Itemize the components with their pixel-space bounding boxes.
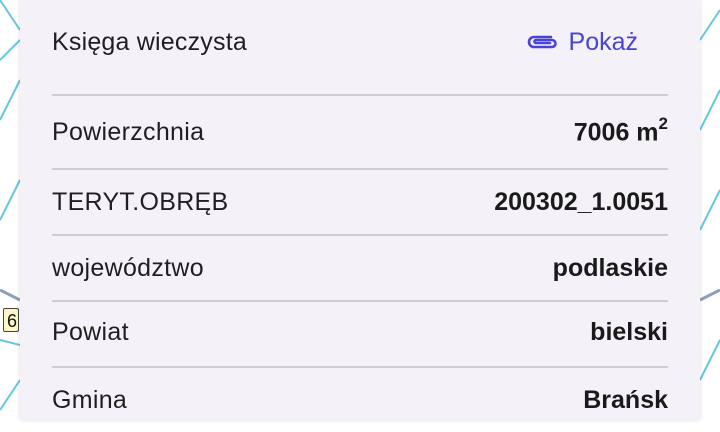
row-teryt-obreb: TERYT.OBRĘB 200302_1.0051: [52, 170, 668, 234]
row-value: podlaskie: [552, 253, 668, 282]
row-powiat: Powiat bielski: [52, 300, 668, 364]
ksiega-wieczysta-label: Księga wieczysta: [52, 27, 247, 56]
road-number-badge: 6: [3, 308, 19, 332]
row-value: Brańsk: [583, 385, 668, 414]
show-ksiega-button[interactable]: Pokaż: [525, 28, 638, 57]
area-unit-exponent: 2: [658, 114, 668, 134]
row-gmina: Gmina Brańsk: [52, 368, 668, 432]
show-ksiega-label: Pokaż: [568, 27, 638, 56]
row-label: województwo: [52, 253, 204, 282]
row-label: Powiat: [52, 317, 129, 346]
parcel-info-sheet: Księga wieczysta Pokaż Powierzchnia 7006…: [20, 0, 700, 420]
row-wojewodztwo: województwo podlaskie: [52, 236, 668, 300]
row-value: 7006 m2: [573, 114, 668, 147]
row-label: Powierzchnia: [52, 117, 205, 146]
row-value: 200302_1.0051: [494, 187, 668, 216]
paperclip-icon: [527, 35, 557, 49]
row-powierzchnia: Powierzchnia 7006 m2: [52, 100, 668, 164]
ksiega-wieczysta-row: Księga wieczysta Pokaż: [52, 10, 668, 74]
row-value: bielski: [590, 317, 668, 346]
row-label: TERYT.OBRĘB: [52, 187, 229, 216]
divider: [52, 94, 668, 96]
row-label: Gmina: [52, 385, 128, 414]
